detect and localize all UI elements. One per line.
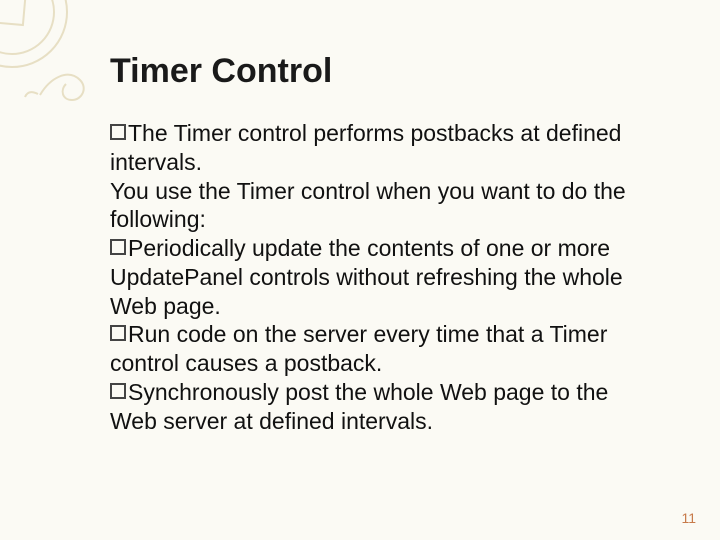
bullet-3-text: Periodically update the contents of one …: [110, 235, 623, 319]
bullet-5: Synchronously post the whole Web page to…: [110, 378, 660, 436]
bullet-3: Periodically update the contents of one …: [110, 234, 660, 320]
checkbox-icon: [110, 383, 126, 399]
bullet-5-text: Synchronously post the whole Web page to…: [110, 379, 608, 434]
checkbox-icon: [110, 325, 126, 341]
checkbox-icon: [110, 124, 126, 140]
bullet-1: The Timer control performs postbacks at …: [110, 119, 660, 177]
slide-title: Timer Control: [110, 52, 660, 91]
bullet-1-text: The Timer control performs postbacks at …: [110, 120, 621, 175]
page-number: 11: [681, 510, 696, 526]
bullet-2-text: You use the Timer control when you want …: [110, 178, 626, 233]
slide-body: The Timer control performs postbacks at …: [110, 119, 660, 435]
slide-content: Timer Control The Timer control performs…: [0, 0, 720, 540]
bullet-2: You use the Timer control when you want …: [110, 177, 660, 235]
bullet-4-text: Run code on the server every time that a…: [110, 321, 607, 376]
checkbox-icon: [110, 239, 126, 255]
bullet-4: Run code on the server every time that a…: [110, 320, 660, 378]
